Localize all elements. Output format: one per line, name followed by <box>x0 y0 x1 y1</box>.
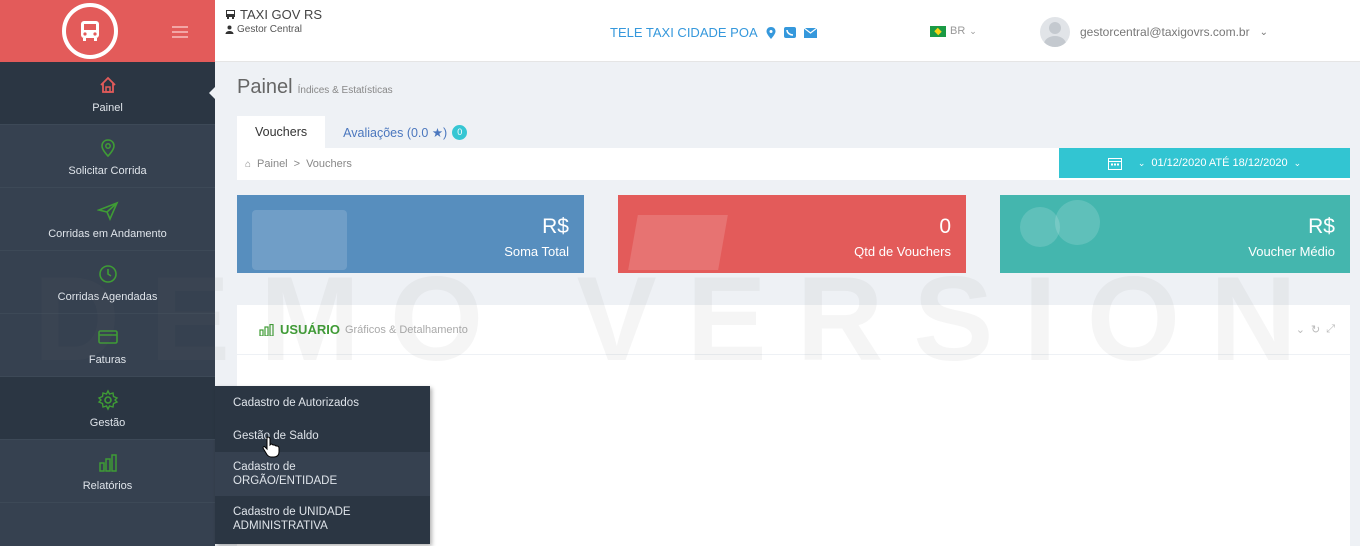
tab-badge: 0 <box>452 124 468 140</box>
breadcrumb-vouchers: Vouchers <box>306 158 352 170</box>
sidebar-item-corridas-agendadas[interactable]: Corridas Agendadas <box>0 251 215 314</box>
page-subtitle: Índices & Estatísticas <box>297 85 393 96</box>
breadcrumb-bar: ⌂ Painel > Vouchers ⌄ 01/12/2020 ATÉ 18/… <box>237 148 1350 180</box>
submenu-item-label: Cadastro de UNIDADE ADMINISTRATIVA <box>233 506 351 532</box>
submenu-item-cadastro-orgao[interactable]: Cadastro de ORGÃO/ENTIDADE <box>215 452 430 496</box>
send-icon <box>96 198 119 224</box>
bar-chart-icon <box>97 450 119 476</box>
sidebar-item-label: Relatórios <box>82 480 133 492</box>
stat-label: Voucher Médio <box>1248 244 1335 259</box>
stat-value: R$ <box>542 215 569 238</box>
tab-avaliacoes[interactable]: Avaliações (0.0 ★) 0 <box>325 116 485 148</box>
group-icon-part <box>1055 200 1100 245</box>
collapse-icon[interactable]: ⌄ <box>1296 323 1305 336</box>
sidebar-item-label: Painel <box>92 102 123 114</box>
portlet-title: USUÁRIO Gráficos & Detalhamento <box>259 322 468 337</box>
user-menu[interactable]: gestorcentral@taxigovrs.com.br ⌄ <box>1040 17 1268 47</box>
portlet-subtitle: Gráficos & Detalhamento <box>344 323 468 336</box>
company-name: TELE TAXI CIDADE POA <box>610 25 758 40</box>
breadcrumb-painel[interactable]: Painel <box>257 158 288 170</box>
ticket-icon <box>628 215 728 270</box>
user-email: gestorcentral@taxigovrs.com.br <box>1080 25 1250 39</box>
sidebar-item-faturas[interactable]: Faturas <box>0 314 215 377</box>
mail-icon[interactable] <box>803 27 817 38</box>
chevron-down-icon: ⌄ <box>1137 157 1146 168</box>
app-title-text: TAXI GOV RS <box>240 7 323 22</box>
chevron-down-icon: ⌄ <box>1293 157 1302 168</box>
sidebar-item-relatorios[interactable]: Relatórios <box>0 440 215 503</box>
stat-label: Soma Total <box>504 244 569 259</box>
gear-icon <box>97 387 119 413</box>
stat-voucher-medio[interactable]: R$ Voucher Médio <box>1000 195 1350 273</box>
submenu-item-gestao-saldo[interactable]: Gestão de Saldo <box>215 420 430 452</box>
gestao-submenu: Cadastro de Autorizados Gestão de Saldo … <box>215 386 430 544</box>
stat-label: Qtd de Vouchers <box>854 244 951 259</box>
sidebar-item-gestao[interactable]: Gestão <box>0 377 215 440</box>
user-role: Gestor Central <box>225 24 302 35</box>
fullscreen-icon[interactable]: ⤢ <box>1326 323 1335 336</box>
date-range-text: 01/12/2020 ATÉ 18/12/2020 <box>1151 157 1288 169</box>
sidebar-item-solicitar-corrida[interactable]: Solicitar Corrida <box>0 125 215 188</box>
bus-icon <box>81 21 99 41</box>
sidebar: Painel Solicitar Corrida Corridas em And… <box>0 0 216 546</box>
map-pin-icon <box>98 135 118 161</box>
sidebar-item-label: Gestão <box>89 417 126 429</box>
submenu-item-label: Cadastro de ORGÃO/ENTIDADE <box>233 461 338 487</box>
sidebar-item-label: Corridas Agendadas <box>57 291 158 303</box>
brand-bar <box>0 0 215 62</box>
bar-chart-icon <box>259 323 274 336</box>
portlet-title-text: USUÁRIO <box>280 322 340 337</box>
user-small-icon <box>225 25 234 34</box>
calendar-icon <box>1107 157 1122 170</box>
language-code: BR <box>950 25 966 37</box>
breadcrumb: ⌂ Painel > Vouchers <box>245 158 352 170</box>
stat-value: 0 <box>939 215 951 238</box>
user-role-text: Gestor Central <box>237 24 303 35</box>
sidebar-item-painel[interactable]: Painel <box>0 62 216 125</box>
tab-bar: Vouchers Avaliações (0.0 ★) 0 <box>237 116 485 148</box>
company-info[interactable]: TELE TAXI CIDADE POA <box>610 25 817 40</box>
sidebar-item-corridas-em-andamento[interactable]: Corridas em Andamento <box>0 188 215 251</box>
clock-icon <box>98 261 118 287</box>
breadcrumb-separator-icon: > <box>293 158 301 170</box>
sidebar-item-label: Corridas em Andamento <box>48 228 167 240</box>
submenu-item-cadastro-autorizados[interactable]: Cadastro de Autorizados <box>215 386 430 420</box>
date-range-picker[interactable]: ⌄ 01/12/2020 ATÉ 18/12/2020 ⌄ <box>1059 148 1350 178</box>
briefcase-icon <box>252 210 347 270</box>
page-title-text: Painel <box>237 76 293 98</box>
tab-vouchers[interactable]: Vouchers <box>237 116 326 148</box>
stat-value: R$ <box>1308 215 1335 238</box>
tab-avaliacoes-label: Avaliações (0.0 ★) <box>343 125 448 140</box>
brazil-flag-icon <box>930 25 946 37</box>
hand-cursor-icon <box>262 436 280 458</box>
chevron-down-icon: ⌄ <box>969 25 977 36</box>
page-title: Painel Índices & Estatísticas <box>237 76 393 99</box>
stat-qtd-vouchers[interactable]: 0 Qtd de Vouchers <box>618 195 966 273</box>
app-title: TAXI GOV RS <box>225 7 322 22</box>
submenu-item-cadastro-unidade[interactable]: Cadastro de UNIDADE ADMINISTRATIVA <box>215 496 430 542</box>
menu-toggle-icon[interactable] <box>172 26 188 41</box>
credit-card-icon <box>97 324 119 350</box>
home-small-icon: ⌂ <box>245 158 252 170</box>
top-header: TAXI GOV RS Gestor Central TELE TAXI CID… <box>215 0 1360 62</box>
location-icon[interactable] <box>766 26 776 39</box>
portlet-tools: ⌄ ↻ ⤢ <box>1296 323 1335 336</box>
stat-soma-total[interactable]: R$ Soma Total <box>237 195 584 273</box>
sidebar-item-label: Faturas <box>88 354 127 366</box>
reload-icon[interactable]: ↻ <box>1311 323 1320 336</box>
portlet-header: USUÁRIO Gráficos & Detalhamento ⌄ ↻ ⤢ <box>237 305 1350 355</box>
taxi-logo[interactable] <box>62 3 118 59</box>
home-icon <box>98 72 118 98</box>
avatar <box>1040 17 1070 47</box>
phone-icon[interactable] <box>783 27 796 38</box>
sidebar-item-label: Solicitar Corrida <box>68 165 147 177</box>
language-selector[interactable]: BR ⌄ <box>930 25 977 37</box>
bus-small-icon <box>226 10 235 19</box>
chevron-down-icon: ⌄ <box>1259 26 1268 38</box>
group-icon <box>1020 207 1060 247</box>
